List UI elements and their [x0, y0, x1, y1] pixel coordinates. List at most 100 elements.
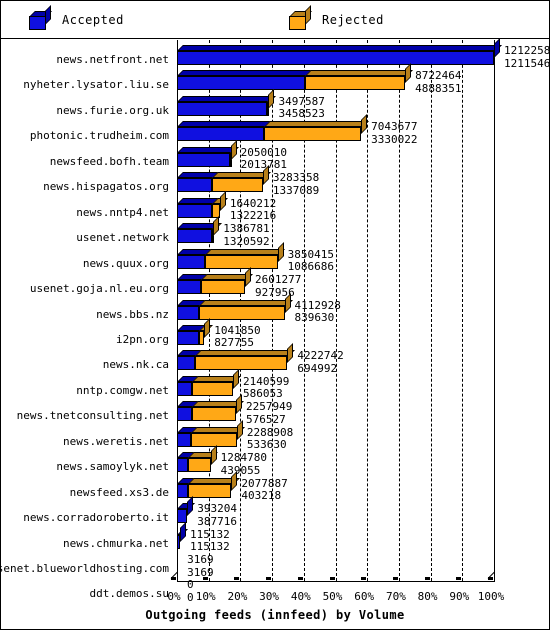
rejected-segment[interactable]	[192, 401, 245, 422]
accepted-segment[interactable]	[177, 299, 207, 320]
accepted-value-label: 694992	[297, 361, 338, 375]
rejected-segment[interactable]	[187, 477, 240, 498]
accepted-value-label: 927956	[255, 285, 295, 299]
accepted-value-label: 1320592	[223, 234, 270, 248]
bar-row[interactable]: 4112928 839630	[1, 292, 549, 325]
total-value-label: 2257949	[246, 400, 293, 414]
accepted-value-label: 403218	[241, 489, 282, 503]
rejected-segment[interactable]	[304, 70, 414, 91]
accepted-segment-top-face	[177, 146, 238, 153]
bar-row[interactable]: 3283358 1337089	[1, 165, 549, 197]
bar-row[interactable]: 1212258312115460	[1, 38, 550, 70]
total-value-label: 1284780	[220, 451, 267, 465]
total-value-label: 1386781	[223, 222, 270, 236]
bar-value-labels: 1212258312115460	[504, 44, 550, 70]
rejected-segment[interactable]	[205, 248, 286, 269]
rejected-segment[interactable]	[192, 375, 241, 396]
x-tick-70	[392, 577, 398, 580]
chart-title: Outgoing feeds (innfeed) by Volume	[145, 608, 405, 622]
rejected-segment-top-face	[264, 121, 370, 128]
accepted-value-label: 387716	[197, 514, 238, 528]
accepted-segment[interactable]	[177, 45, 502, 65]
bar-row[interactable]: 2140599 586053	[1, 368, 549, 401]
rejected-segment[interactable]	[201, 274, 254, 295]
bar-row[interactable]: 4222742 694992	[1, 343, 549, 375]
total-value-label: 12122583	[504, 44, 550, 57]
accepted-value-label: 1086686	[287, 260, 335, 274]
bar-value-labels: 2050010 2013781	[241, 146, 287, 172]
accepted-segment[interactable]	[177, 350, 204, 371]
x-tick-10	[202, 577, 208, 580]
accepted-segment[interactable]	[177, 146, 238, 167]
rejected-segment[interactable]	[198, 299, 293, 320]
bar-value-labels: 2140599 586053	[243, 375, 289, 401]
bar-series-group: 1212258312115460 87224644888351 3497587345…	[1, 38, 550, 603]
bar-value-labels: 4112928 839630	[294, 299, 341, 325]
accepted-segment-top-face	[177, 45, 502, 51]
bar-value-labels: 2257949 576527	[246, 401, 292, 426]
bar-side-face	[187, 496, 194, 517]
accepted-segment[interactable]	[177, 426, 199, 447]
accepted-value-label: 1322216	[229, 209, 277, 223]
bar-side-face	[204, 317, 211, 338]
total-value-label: 7043677	[371, 120, 418, 134]
chart-container: Accepted Rejected news.netfront.net nyhet…	[0, 0, 550, 630]
accepted-segment[interactable]	[177, 121, 273, 142]
total-value-label: 2601277	[255, 273, 302, 287]
rejected-segment[interactable]	[195, 350, 296, 371]
bar-value-labels: 3283358 1337089	[273, 172, 319, 197]
accepted-segment[interactable]	[177, 401, 201, 422]
accepted-value-label: 3458523	[278, 107, 325, 121]
bar-row[interactable]: 3497587 3458523	[1, 88, 549, 121]
accepted-swatch-cube-icon	[29, 5, 52, 30]
bar-row[interactable]: 8722464 4888351	[1, 63, 549, 94]
bar-row[interactable]: 1640212 1322216	[1, 190, 549, 223]
bar-row[interactable]: 3169 3169	[1, 553, 549, 578]
bar-row[interactable]: 2257949 576527	[1, 394, 549, 426]
accepted-segment[interactable]	[177, 477, 196, 498]
bar-side-face	[405, 63, 412, 84]
x-axis: 0% 10% 20% 30% 40% 50% 60% 70% 80% 90% 100% Outgoi…	[1, 571, 549, 629]
rejected-segment-top-face	[198, 299, 293, 306]
rejected-segment[interactable]	[190, 426, 245, 447]
legend-label-accepted: Accepted	[62, 13, 124, 27]
rejected-swatch-cube-icon	[289, 5, 312, 30]
accepted-segment[interactable]	[177, 197, 220, 218]
rejected-segment-top-face	[205, 248, 286, 255]
rejected-segment[interactable]	[211, 172, 271, 193]
x-tick-30	[266, 577, 272, 580]
bar-value-labels: 4222742 694992	[297, 350, 343, 375]
accepted-segment[interactable]	[177, 452, 197, 473]
bar-row[interactable]: 2288908 533630	[1, 419, 549, 451]
bar-row[interactable]: 1386781 1320592	[1, 216, 549, 247]
bar-row[interactable]: 1284780 439055	[1, 445, 549, 476]
accepted-value-label: 839630	[294, 311, 335, 324]
bar-row[interactable]: 7043677 3330022	[1, 114, 549, 145]
x-tick-label: 100%	[477, 590, 505, 603]
accepted-segment[interactable]	[177, 95, 276, 116]
accepted-segment[interactable]	[177, 375, 201, 396]
bar-row[interactable]: 2601277 927956	[1, 267, 549, 299]
bar-row[interactable]: 2077887 403218	[1, 470, 549, 503]
bar-row[interactable]: 2050010 2013781	[1, 139, 549, 172]
accepted-segment[interactable]	[177, 248, 214, 269]
bar-value-labels: 2601277 927956	[255, 274, 301, 299]
bar-value-labels: 1640212 1322216	[229, 197, 277, 223]
bar-row[interactable]: 1041850 827755	[1, 317, 549, 349]
rejected-segment[interactable]	[264, 121, 370, 142]
accepted-segment[interactable]	[177, 324, 207, 345]
bar-row[interactable]: 115132 115132	[1, 521, 549, 553]
x-axis-line	[177, 581, 495, 582]
legend-label-rejected: Rejected	[322, 13, 384, 27]
bar-value-labels: 393204 387716	[197, 503, 237, 528]
accepted-segment[interactable]	[177, 172, 220, 193]
chart-legend: Accepted Rejected	[1, 1, 549, 39]
bar-row[interactable]: 393204 387716	[1, 496, 549, 528]
bar-row[interactable]: 3850415 1086686	[1, 241, 549, 274]
rejected-segment[interactable]	[188, 452, 219, 473]
x-tick-90	[456, 577, 462, 580]
accepted-segment-top-face	[177, 121, 273, 128]
accepted-segment[interactable]	[177, 70, 313, 91]
accepted-segment[interactable]	[177, 223, 220, 244]
accepted-segment[interactable]	[177, 274, 210, 295]
